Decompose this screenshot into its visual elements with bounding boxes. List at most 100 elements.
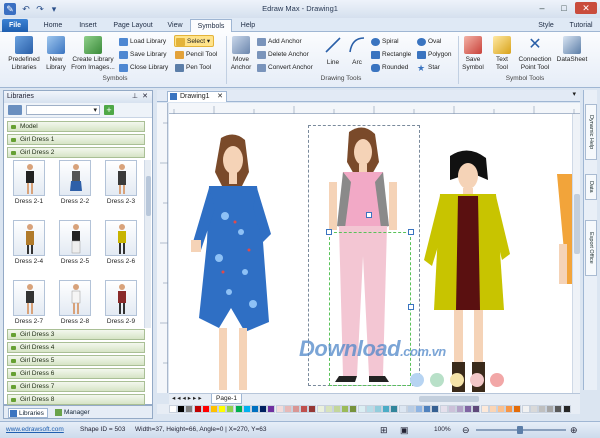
export-office-tab[interactable]: Export Office [585,220,597,276]
color-swatch[interactable] [234,405,243,413]
shape-dress-2-2[interactable]: Dress 2-2 [54,160,96,212]
category-girl-dress-6[interactable]: Girl Dress 6 [7,368,145,379]
color-swatch[interactable] [316,405,325,413]
datasheet-button[interactable]: DataSheet [556,36,588,64]
fit-page-icon[interactable]: ▣ [400,422,409,438]
tab-page-layout[interactable]: Page Layout [108,19,158,32]
drawing-canvas[interactable]: Download.com.vn [169,114,572,393]
color-swatch[interactable] [390,405,399,413]
pen-tool-button[interactable]: Pen Tool [174,62,211,74]
color-swatch[interactable] [488,405,497,413]
color-swatch[interactable] [374,405,382,413]
text-tool-button[interactable]: Text Tool [490,36,514,71]
color-swatch[interactable] [300,405,309,413]
color-swatch[interactable] [513,405,522,413]
color-swatch[interactable] [292,405,300,413]
color-swatch[interactable] [193,405,202,413]
color-swatch[interactable] [554,405,563,413]
shape-dress-2-6[interactable]: Dress 2-6 [100,220,142,272]
library-search-combo[interactable]: ▾ [26,105,100,115]
color-swatch[interactable] [415,405,423,413]
shape-dress-2-8[interactable]: Dress 2-8 [54,280,96,332]
polygon-tool-button[interactable]: Polygon [416,49,452,61]
color-swatch[interactable] [521,405,530,413]
resize-handle[interactable] [366,212,372,218]
color-swatch[interactable] [439,405,448,413]
shape-dress-2-3[interactable]: Dress 2-3 [100,160,142,212]
color-swatch[interactable] [497,405,505,413]
category-girl-dress-1[interactable]: Girl Dress 1 [7,134,145,145]
delete-anchor-button[interactable]: Delete Anchor [256,49,309,61]
color-swatch[interactable] [333,405,341,413]
rectangle-tool-button[interactable]: Rectangle [370,49,411,61]
color-swatch[interactable] [308,405,317,413]
color-swatch[interactable] [529,405,538,413]
maximize-button[interactable]: □ [553,2,575,14]
library-view-icon[interactable] [8,105,22,115]
tab-help[interactable]: Help [234,19,262,32]
tab-symbols[interactable]: Symbols [190,19,232,32]
category-model[interactable]: Model [7,121,145,132]
color-swatch[interactable] [169,405,177,413]
color-swatch[interactable] [562,405,571,413]
dress-figure-partial[interactable] [537,174,572,284]
line-tool-button[interactable]: Line [322,36,344,66]
tab-view[interactable]: View [160,19,190,32]
predefined-libraries-button[interactable]: Predefined Libraries [6,36,42,71]
color-swatch[interactable] [464,405,473,413]
save-symbol-button[interactable]: Save Symbol [460,36,486,71]
close-library-button[interactable]: Close Library [118,62,168,74]
color-swatch[interactable] [210,405,218,413]
scroll-thumb[interactable] [574,194,580,254]
add-library-icon[interactable]: + [104,105,114,115]
library-scrollbar[interactable] [144,160,151,328]
color-swatch[interactable] [251,405,259,413]
star-tool-button[interactable]: ★ Star [416,62,440,74]
create-library-button[interactable]: Create Library From Images... [70,36,116,71]
category-girl-dress-7[interactable]: Girl Dress 7 [7,381,145,392]
website-link[interactable]: www.edrawsoft.com [6,422,64,438]
dynamic-help-tab[interactable]: Dynamic Help [585,104,597,160]
shape-dress-2-9[interactable]: Dress 2-9 [100,280,142,332]
horizontal-scroll-thumb[interactable] [419,396,479,402]
color-swatch[interactable] [259,405,268,413]
color-swatch[interactable] [406,405,415,413]
resize-handle[interactable] [326,229,332,235]
category-girl-dress-3[interactable]: Girl Dress 3 [7,329,145,340]
new-library-button[interactable]: New Library [44,36,68,71]
tab-page-1[interactable]: Page-1 [211,394,242,404]
color-swatch[interactable] [226,405,235,413]
convert-anchor-button[interactable]: Convert Anchor [256,62,313,74]
close-button[interactable]: ✕ [575,2,597,14]
save-library-button[interactable]: Save Library [118,49,167,61]
color-swatch[interactable] [546,405,555,413]
color-swatch[interactable] [341,405,350,413]
color-swatch[interactable] [283,405,292,413]
color-swatch[interactable] [275,405,284,413]
color-swatch[interactable] [201,405,210,413]
data-tab[interactable]: Data [585,174,597,200]
page-nav-arrows-icon[interactable]: ◂◂◂▸▸▸ [172,394,204,402]
grid-view-icon[interactable]: ⊞ [380,422,388,438]
color-swatch[interactable] [365,405,374,413]
color-swatch[interactable] [242,405,251,413]
color-swatch[interactable] [267,405,276,413]
color-swatch[interactable] [431,405,440,413]
spiral-tool-button[interactable]: Spiral [370,36,399,48]
shape-dress-2-4[interactable]: Dress 2-4 [8,220,50,272]
color-swatch[interactable] [185,405,194,413]
zoom-level[interactable]: 100% [434,422,451,438]
panel-close-icon[interactable]: ✕ [142,91,148,103]
color-swatch[interactable] [505,405,514,413]
color-swatch[interactable] [357,405,366,413]
tutorial-button[interactable]: Tutorial [566,19,596,32]
color-swatch[interactable] [218,405,227,413]
color-swatch[interactable] [177,405,186,413]
tab-libraries[interactable]: Libraries [8,408,48,418]
tab-drawing1[interactable]: Drawing1 ✕ [167,91,227,102]
style-button[interactable]: Style [536,19,556,32]
tab-home[interactable]: Home [38,19,68,32]
close-tab-icon[interactable]: ✕ [217,92,223,102]
color-swatch[interactable] [423,405,432,413]
move-anchor-button[interactable]: Move Anchor [228,36,254,71]
